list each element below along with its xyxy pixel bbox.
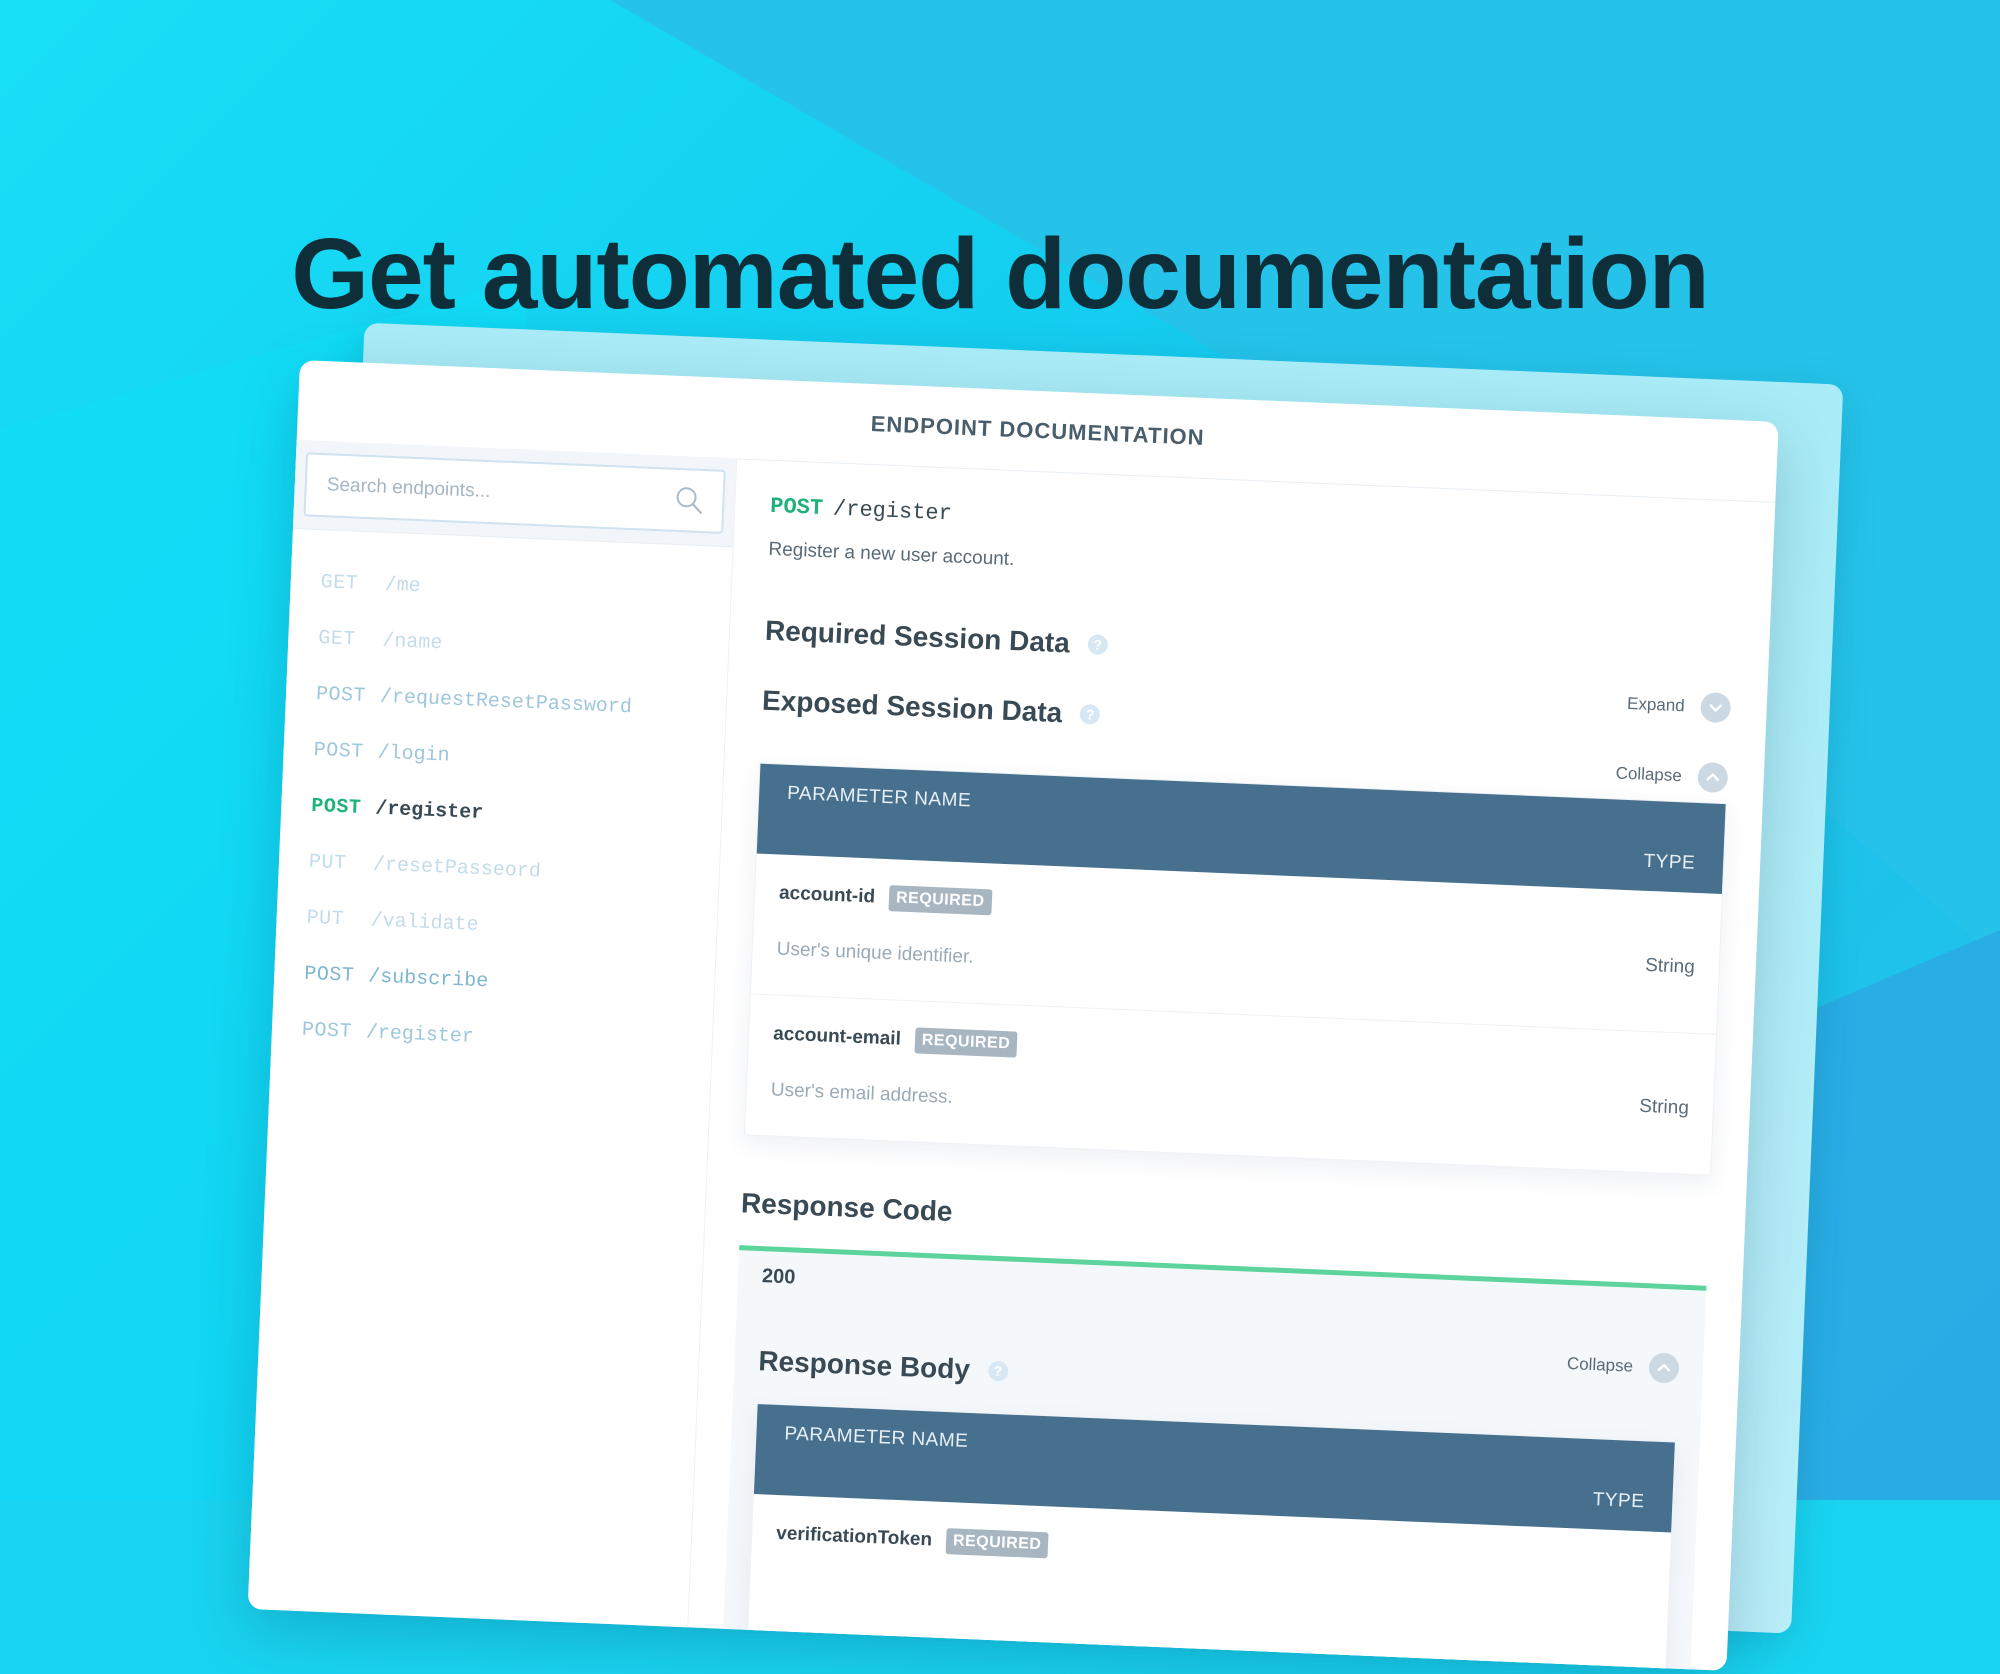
column-header-name: PARAMETER NAME	[786, 782, 972, 812]
endpoint-method: PUT	[308, 850, 347, 875]
endpoint-path: /name	[381, 629, 443, 655]
endpoint-path: /login	[377, 741, 451, 768]
param-type: String	[1644, 954, 1696, 978]
chevron-up-icon[interactable]	[1697, 761, 1729, 794]
toggle-label: Expand	[1626, 693, 1686, 716]
endpoint-method: POST	[301, 1018, 353, 1044]
required-badge: REQUIRED	[914, 1027, 1018, 1058]
required-badge: REQUIRED	[888, 885, 992, 916]
help-icon[interactable]: ?	[987, 1360, 1009, 1382]
endpoint-detail: POST/register Register a new user accoun…	[687, 458, 1775, 1671]
response-code-heading: Response Code	[740, 1187, 1708, 1260]
toggle-label: Collapse	[1566, 1353, 1634, 1376]
endpoint-method: POST	[303, 962, 355, 988]
sidebar: GET/me GET/name POST/requestResetPasswor…	[247, 439, 738, 1628]
detail-path: /register	[832, 496, 953, 527]
endpoint-method: GET	[320, 570, 359, 596]
detail-method: POST	[769, 493, 824, 522]
endpoint-path: /validate	[370, 908, 480, 937]
help-icon[interactable]: ?	[1079, 703, 1101, 725]
chevron-down-icon[interactable]	[1700, 691, 1732, 724]
chevron-up-icon[interactable]	[1648, 1352, 1680, 1384]
endpoint-path: /me	[384, 573, 422, 598]
endpoint-path: /register	[374, 797, 484, 825]
app-mockup: ENDPOINT DOCUMENTATION GET/me GET/name P…	[247, 322, 1844, 1671]
headline: Get automated documentation	[291, 218, 1710, 330]
search-box[interactable]	[303, 452, 726, 534]
search-input[interactable]	[324, 473, 675, 512]
doc-panel: ENDPOINT DOCUMENTATION GET/me GET/name P…	[247, 360, 1779, 1671]
response-body-table: PARAMETER NAME TYPE verificationToken RE…	[747, 1403, 1676, 1671]
required-badge: REQUIRED	[945, 1528, 1049, 1559]
endpoint-path: /requestResetPassword	[379, 685, 633, 719]
endpoint-list: GET/me GET/name POST/requestResetPasswor…	[271, 529, 733, 1075]
section-title: Response Code	[740, 1187, 954, 1228]
help-icon[interactable]: ?	[1087, 634, 1109, 656]
endpoint-method: POST	[310, 794, 362, 820]
endpoint-path: /subscribe	[367, 964, 489, 993]
endpoint-path: /resetPasseord	[372, 853, 542, 884]
response-box: 200 Collapse Response Body ? PARAMETER N…	[723, 1245, 1707, 1671]
column-header-name: PARAMETER NAME	[784, 1423, 969, 1452]
search-icon[interactable]	[674, 485, 705, 516]
section-title: Required Session Data	[764, 614, 1071, 659]
exposed-session-table: PARAMETER NAME TYPE account-id REQUIRED …	[743, 762, 1727, 1176]
toggle-label: Collapse	[1615, 763, 1683, 786]
column-header-type: TYPE	[1592, 1489, 1645, 1513]
param-type: String	[1638, 1095, 1690, 1119]
param-name-text: account-id	[778, 882, 876, 908]
param-description: User's unique identifier.	[776, 938, 974, 968]
param-name-text: verificationToken	[775, 1522, 933, 1551]
param-name: account-id REQUIRED	[779, 881, 992, 916]
param-name: verificationToken REQUIRED	[775, 1521, 1049, 1559]
param-name-text: account-email	[772, 1023, 902, 1050]
endpoint-method: GET	[317, 626, 357, 652]
endpoint-method: POST	[313, 738, 365, 764]
endpoint-method: POST	[315, 682, 367, 708]
endpoint-path: /register	[365, 1020, 475, 1049]
param-name: account-email REQUIRED	[772, 1021, 1018, 1058]
column-header-type: TYPE	[1643, 850, 1696, 874]
endpoint-method: PUT	[306, 906, 345, 931]
param-description: User's email address.	[770, 1079, 954, 1108]
